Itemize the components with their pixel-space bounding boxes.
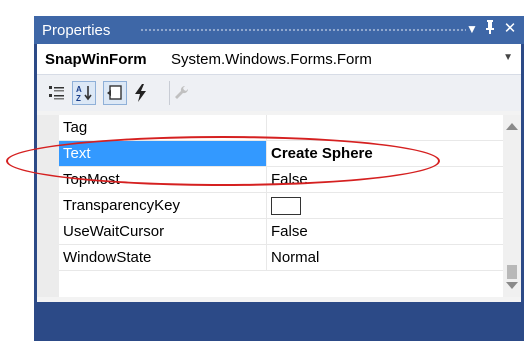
close-icon[interactable]: ✕ (502, 19, 518, 39)
vertical-scrollbar[interactable] (503, 115, 521, 297)
property-name: TransparencyKey (63, 197, 180, 214)
property-row-tag[interactable]: Tag (59, 115, 503, 141)
column-divider (266, 167, 267, 193)
property-name: Text (63, 145, 91, 162)
title-bar[interactable]: Properties ▼ ✕ (34, 16, 524, 44)
property-name: UseWaitCursor (63, 223, 165, 240)
scroll-thumb[interactable] (507, 265, 517, 279)
property-name: Tag (63, 119, 88, 136)
window-title: Properties (42, 22, 111, 39)
column-divider (266, 245, 267, 271)
property-row-topmost[interactable]: TopMost False (59, 167, 503, 193)
property-value[interactable]: False (271, 171, 308, 188)
color-swatch[interactable] (271, 197, 301, 215)
selected-object-name: SnapWinForm (45, 51, 147, 68)
property-name: WindowState (63, 249, 152, 266)
svg-text:A: A (76, 85, 82, 94)
chevron-down-icon[interactable]: ▼ (503, 52, 513, 63)
property-value[interactable]: Normal (271, 249, 319, 266)
column-divider (266, 141, 267, 167)
toolbar: A Z (37, 75, 521, 111)
property-value[interactable]: Create Sphere (271, 145, 373, 162)
title-grip (140, 28, 466, 33)
property-row-text[interactable]: Text Create Sphere (59, 141, 503, 167)
properties-window: Properties ▼ ✕ SnapWinForm System.Window… (34, 16, 524, 341)
pin-icon[interactable] (482, 19, 498, 41)
categorized-icon[interactable] (45, 81, 69, 105)
property-name: TopMost (63, 171, 120, 188)
grid-margin (37, 115, 59, 297)
properties-icon[interactable] (103, 81, 127, 105)
lightning-icon[interactable] (129, 81, 153, 105)
dropdown-arrow-icon[interactable]: ▼ (464, 19, 480, 39)
scroll-up-icon[interactable] (506, 123, 518, 130)
column-divider (266, 219, 267, 245)
svg-text:Z: Z (76, 94, 81, 103)
selected-object-type: System.Windows.Forms.Form (171, 51, 372, 68)
scroll-down-icon[interactable] (506, 282, 518, 289)
wrench-icon (169, 81, 193, 105)
object-selector[interactable]: SnapWinForm System.Windows.Forms.Form ▼ (37, 44, 521, 75)
property-grid: Tag Text Create Sphere TopMost False Tra… (37, 115, 521, 297)
property-row-windowstate[interactable]: WindowState Normal (59, 245, 503, 271)
sort-az-icon[interactable]: A Z (72, 81, 96, 105)
properties-panel: SnapWinForm System.Windows.Forms.Form ▼ … (37, 44, 521, 302)
column-divider (266, 115, 267, 141)
column-divider (266, 193, 267, 219)
property-row-transparencykey[interactable]: TransparencyKey (59, 193, 503, 219)
property-row-usewaitcursor[interactable]: UseWaitCursor False (59, 219, 503, 245)
property-value[interactable]: False (271, 223, 308, 240)
